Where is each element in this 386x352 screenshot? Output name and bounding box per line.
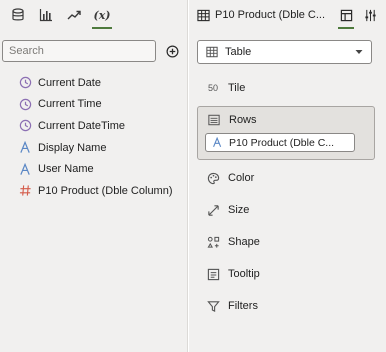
- field-current-date[interactable]: Current Date: [18, 72, 173, 94]
- grammar-label: Tooltip: [228, 268, 260, 280]
- trend-icon: [67, 10, 81, 20]
- clock-icon: [18, 97, 32, 111]
- viz-title: P10 Product (Dble C...: [215, 9, 326, 21]
- field-display-name[interactable]: Display Name: [18, 137, 173, 159]
- calculation-icon: (x): [93, 8, 111, 22]
- filter-icon: [206, 299, 220, 313]
- rows-icon: [207, 113, 221, 127]
- text-attribute-icon: [18, 162, 32, 176]
- layout-icon: [340, 9, 352, 21]
- caret-down-icon: [355, 50, 363, 54]
- data-panel-tabs: (x): [0, 0, 187, 30]
- search-row: [2, 40, 186, 62]
- shapes-icon: [206, 235, 220, 249]
- grammar-rows: Rows: [198, 107, 374, 133]
- viz-type-select[interactable]: Table: [197, 40, 372, 64]
- hash-icon: [18, 184, 32, 198]
- rows-field-pill[interactable]: P10 Product (Dble C...: [205, 133, 355, 152]
- viz-type-label: Table: [225, 46, 252, 58]
- table-icon: [206, 46, 218, 58]
- sliders-icon: [364, 9, 376, 21]
- field-current-time[interactable]: Current Time: [18, 94, 173, 116]
- table-icon: [197, 9, 210, 21]
- field-label: Current Time: [38, 98, 102, 111]
- tab-properties[interactable]: [359, 1, 381, 29]
- tile-icon: 50: [207, 83, 218, 93]
- bar-chart-icon: [39, 9, 52, 22]
- grammar-label: Filters: [228, 300, 258, 312]
- grammar-filters[interactable]: Filters: [197, 290, 375, 322]
- field-label: Current DateTime: [38, 119, 126, 132]
- grammar-shape[interactable]: Shape: [197, 226, 375, 258]
- grammar-sections: 50 Tile Rows P10 Product (Dble C... Colo…: [197, 72, 375, 322]
- grammar-label: Size: [228, 204, 250, 216]
- grammar-label: Tile: [228, 82, 246, 94]
- add-circle-icon: [166, 45, 178, 57]
- grammar-color[interactable]: Color: [197, 162, 375, 194]
- grammar-panel: P10 Product (Dble C... Table 50 Tile Row…: [189, 0, 386, 352]
- grammar-label: Shape: [228, 236, 260, 248]
- tab-analytics[interactable]: [60, 1, 88, 29]
- pill-label: P10 Product (Dble C...: [229, 136, 335, 149]
- resize-icon: [206, 203, 220, 217]
- field-label: Display Name: [38, 141, 107, 154]
- grammar-tile[interactable]: 50 Tile: [197, 72, 375, 104]
- tab-calculations[interactable]: (x): [88, 1, 116, 29]
- field-label: Current Date: [38, 76, 101, 89]
- clock-icon: [18, 76, 32, 90]
- database-icon: [12, 8, 24, 21]
- data-panel: (x) Current Date Current Time: [0, 0, 188, 352]
- text-attribute-icon: [18, 141, 32, 155]
- field-label: P10 Product (Dble Column): [38, 184, 173, 197]
- tooltip-icon: [206, 267, 220, 281]
- grammar-size[interactable]: Size: [197, 194, 375, 226]
- tab-grammar[interactable]: [335, 1, 357, 29]
- grammar-panel-header: P10 Product (Dble C...: [189, 0, 386, 30]
- clock-icon: [18, 119, 32, 133]
- search-input[interactable]: [2, 40, 156, 62]
- tab-visualizations[interactable]: [32, 1, 60, 29]
- tab-data[interactable]: [4, 1, 32, 29]
- field-current-datetime[interactable]: Current DateTime: [18, 115, 173, 137]
- grammar-label: Rows: [229, 114, 257, 126]
- grammar-tooltip[interactable]: Tooltip: [197, 258, 375, 290]
- field-user-name[interactable]: User Name: [18, 158, 173, 180]
- add-calculation-button[interactable]: [165, 44, 179, 58]
- grammar-rows-dropzone[interactable]: Rows P10 Product (Dble C...: [197, 106, 375, 160]
- grammar-label: Color: [228, 172, 255, 184]
- field-p10-product[interactable]: P10 Product (Dble Column): [18, 180, 173, 202]
- text-attribute-icon: [212, 137, 223, 148]
- palette-icon: [206, 171, 220, 185]
- field-list: Current Date Current Time Current DateTi…: [18, 72, 173, 202]
- field-label: User Name: [38, 163, 94, 176]
